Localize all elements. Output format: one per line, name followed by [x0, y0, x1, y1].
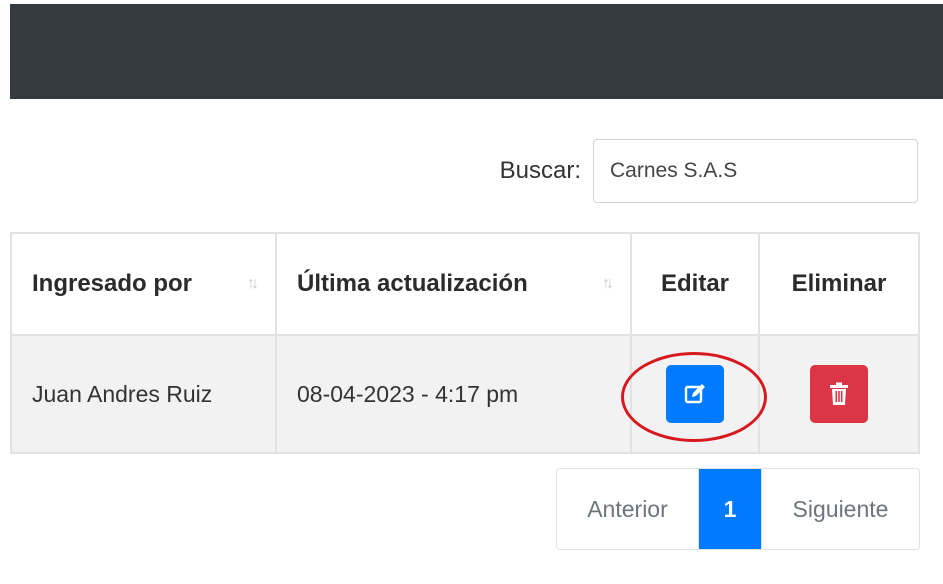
pagination-next[interactable]: Siguiente: [761, 469, 919, 549]
pagination-page-1[interactable]: 1: [699, 469, 761, 549]
sort-arrows-icon[interactable]: ↑↓: [602, 275, 614, 293]
cell-eliminar: [758, 334, 920, 454]
column-header-eliminar: Eliminar: [758, 232, 920, 336]
table-header-row: Ingresado por ↑↓ Última actualización ↑↓…: [10, 232, 920, 336]
column-header-label: Eliminar: [791, 270, 887, 297]
search-input[interactable]: [593, 139, 918, 203]
sort-arrows-icon[interactable]: ↑↓: [247, 275, 259, 293]
search-label: Buscar:: [499, 157, 581, 184]
search-area: Buscar:: [480, 139, 918, 203]
cell-ultima-actualizacion: 08-04-2023 - 4:17 pm: [275, 334, 632, 454]
table-row: Juan Andres Ruiz 08-04-2023 - 4:17 pm: [10, 334, 920, 454]
pagination: Anterior 1 Siguiente: [556, 468, 920, 550]
delete-button[interactable]: [810, 365, 868, 423]
page: Buscar: Ingresado por ↑↓ Última actualiz…: [0, 0, 943, 584]
column-header-ultima-actualizacion[interactable]: Última actualización ↑↓: [275, 232, 632, 336]
column-header-ingresado-por[interactable]: Ingresado por ↑↓: [10, 232, 277, 336]
edit-icon: [684, 384, 705, 404]
top-navbar: [10, 4, 943, 99]
cell-editar: [630, 334, 760, 454]
column-header-editar: Editar: [630, 232, 760, 336]
column-header-label: Ingresado por: [32, 270, 193, 297]
pagination-previous[interactable]: Anterior: [557, 469, 699, 549]
data-table: Ingresado por ↑↓ Última actualización ↑↓…: [10, 232, 920, 454]
cell-ingresado-por: Juan Andres Ruiz: [10, 334, 277, 454]
column-header-label: Última actualización: [297, 270, 528, 297]
trash-icon: [830, 382, 848, 405]
column-header-label: Editar: [660, 270, 729, 297]
edit-button[interactable]: [666, 365, 724, 423]
